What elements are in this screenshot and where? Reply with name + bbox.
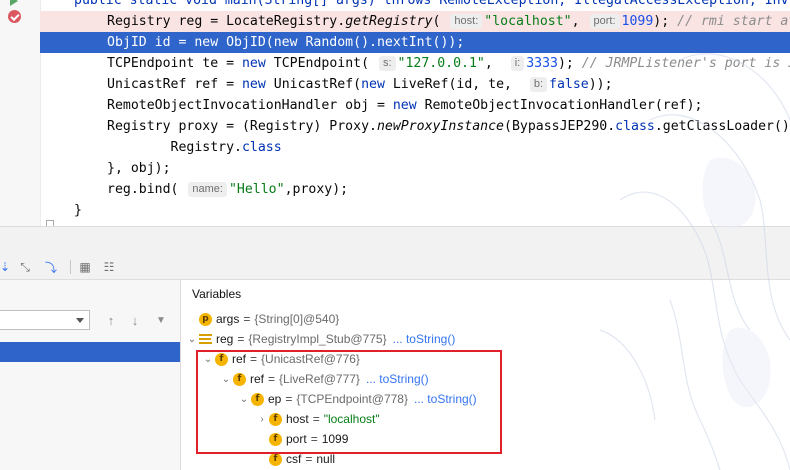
evaluate-icon[interactable]: ▦	[76, 258, 94, 276]
code-token: (	[432, 14, 449, 29]
code-token: new	[241, 56, 266, 71]
code-token: ,proxy);	[284, 182, 349, 197]
code-line[interactable]: }, obj);	[40, 158, 790, 179]
code-token: 3333	[526, 56, 558, 71]
step-into-icon[interactable]: ⇣	[0, 258, 14, 276]
code-token: );	[557, 56, 582, 71]
code-token: "Hello"	[228, 182, 285, 197]
code-token: LiveRef(id, te,	[384, 77, 528, 92]
parameter-hint: b:	[529, 77, 548, 92]
code-token: new	[392, 98, 417, 113]
code-token: 1099	[621, 14, 654, 29]
parameter-hint: s:	[378, 56, 396, 71]
code-token: reg.bind(	[107, 182, 187, 197]
variable-name: args	[216, 312, 240, 326]
thread-selector[interactable]	[0, 310, 90, 330]
chevron-down-icon	[76, 318, 84, 323]
code-token: RemoteObjectInvocationHandler obj =	[107, 98, 393, 113]
code-line[interactable]: public static void main(String[] args) t…	[40, 0, 790, 11]
code-token: new	[241, 77, 266, 92]
variables-title: Variables	[192, 287, 242, 301]
frame-row-selected[interactable]	[0, 342, 180, 362]
code-token: "localhost"	[484, 14, 572, 29]
code-token: ,	[484, 56, 509, 71]
code-token: new	[361, 77, 385, 92]
code-line[interactable]: TCPEndpoint te = new TCPEndpoint( s: "127…	[40, 53, 790, 74]
code-token: RemoteObjectInvocationHandler(ref);	[416, 98, 703, 113]
code-token: ,	[571, 14, 588, 29]
variable-row-reg[interactable]: ⌄ reg = {RegistryImpl_Stub@775} ... toString…	[185, 329, 456, 349]
code-token: false	[549, 77, 589, 92]
breakpoint-icon[interactable]	[8, 10, 21, 23]
code-token: newProxyInstance	[376, 119, 504, 134]
code-token: UnicastRef ref =	[107, 77, 242, 92]
drop-frame-icon[interactable]: ⤡	[16, 258, 34, 276]
editor-gutter[interactable]	[0, 0, 41, 226]
code-token: Registry reg = LocateRegistry.	[107, 14, 346, 29]
code-token: UnicastRef(	[265, 77, 362, 92]
code-token: public static void main(String[] args) t…	[74, 0, 789, 8]
code-token: ObjID id = new ObjID(new Random().nextIn…	[107, 35, 465, 50]
code-line[interactable]: RemoteObjectInvocationHandler obj = new …	[40, 95, 790, 116]
code-token: class	[241, 140, 282, 155]
code-line[interactable]: Registry proxy = (Registry) Proxy.newPro…	[40, 116, 790, 137]
code-token: // JRMPListener's port is 33	[581, 56, 790, 71]
code-line[interactable]: }	[40, 200, 790, 221]
list-icon	[199, 334, 212, 344]
code-token: TCPEndpoint te =	[107, 56, 242, 71]
code-line[interactable]: reg.bind( name: "Hello",proxy);	[40, 179, 790, 200]
frames-panel: ↑ ↓ ▼	[0, 280, 181, 470]
code-token: }, obj);	[107, 161, 171, 176]
highlight-box	[196, 350, 502, 454]
variable-row-args[interactable]: p args = {String[0]@540}	[185, 309, 339, 329]
code-line[interactable]: Registry.class	[40, 137, 790, 158]
equals-sign: =	[305, 452, 313, 466]
equals-sign: =	[237, 332, 245, 346]
toolbar-separator	[70, 260, 71, 274]
code-token: ));	[588, 77, 613, 92]
code-token: getRegistry	[345, 14, 433, 29]
tostring-link[interactable]: ... toString()	[393, 332, 456, 346]
panel-divider[interactable]	[0, 226, 790, 256]
code-token: .getClassLoader(),	[654, 119, 790, 134]
run-icon[interactable]	[10, 0, 18, 6]
code-token: (BypassJEP290.	[504, 119, 616, 134]
code-token: "127.0.0.1"	[397, 56, 485, 71]
parameter-hint: i:	[510, 56, 525, 71]
code-line[interactable]: Registry reg = LocateRegistry.getRegistr…	[40, 11, 790, 32]
parameter-hint: host:	[450, 14, 483, 29]
code-token: Registry.	[107, 140, 242, 155]
frame-up-button[interactable]: ↑	[102, 313, 120, 329]
code-token: }	[74, 203, 82, 218]
force-step-icon[interactable]: ⤵	[42, 258, 60, 276]
code-line[interactable]: ObjID id = new ObjID(new Random().nextIn…	[40, 32, 790, 53]
grid-icon[interactable]: ☷	[100, 258, 118, 276]
equals-sign: =	[243, 312, 251, 326]
field-icon: f	[269, 452, 282, 466]
parameter-hint: name:	[188, 182, 227, 197]
debug-toolbar: ⇣ ⤡ ⤵ ▦ ☷	[0, 255, 790, 280]
variable-name: reg	[216, 332, 234, 346]
parameter-icon: p	[199, 312, 212, 326]
variable-value: {String[0]@540}	[254, 312, 340, 326]
variable-value: {RegistryImpl_Stub@775}	[248, 332, 387, 346]
code-editor[interactable]: public static void main(String[] args) t…	[0, 0, 790, 226]
parameter-hint: port:	[589, 14, 620, 29]
variable-value: null	[316, 452, 336, 466]
filter-icon[interactable]: ▼	[152, 313, 170, 329]
variable-name: csf	[286, 452, 302, 466]
frame-down-button[interactable]: ↓	[126, 313, 144, 329]
code-token: // rmi start at	[677, 14, 790, 29]
expand-arrow-icon[interactable]: ⌄	[185, 334, 199, 345]
code-token: class	[615, 119, 655, 134]
code-line[interactable]: UnicastRef ref = new UnicastRef(new Live…	[40, 74, 790, 95]
code-token: Registry proxy = (Registry) Proxy.	[107, 119, 377, 134]
code-token: TCPEndpoint(	[265, 56, 377, 71]
code-token: );	[653, 14, 678, 29]
